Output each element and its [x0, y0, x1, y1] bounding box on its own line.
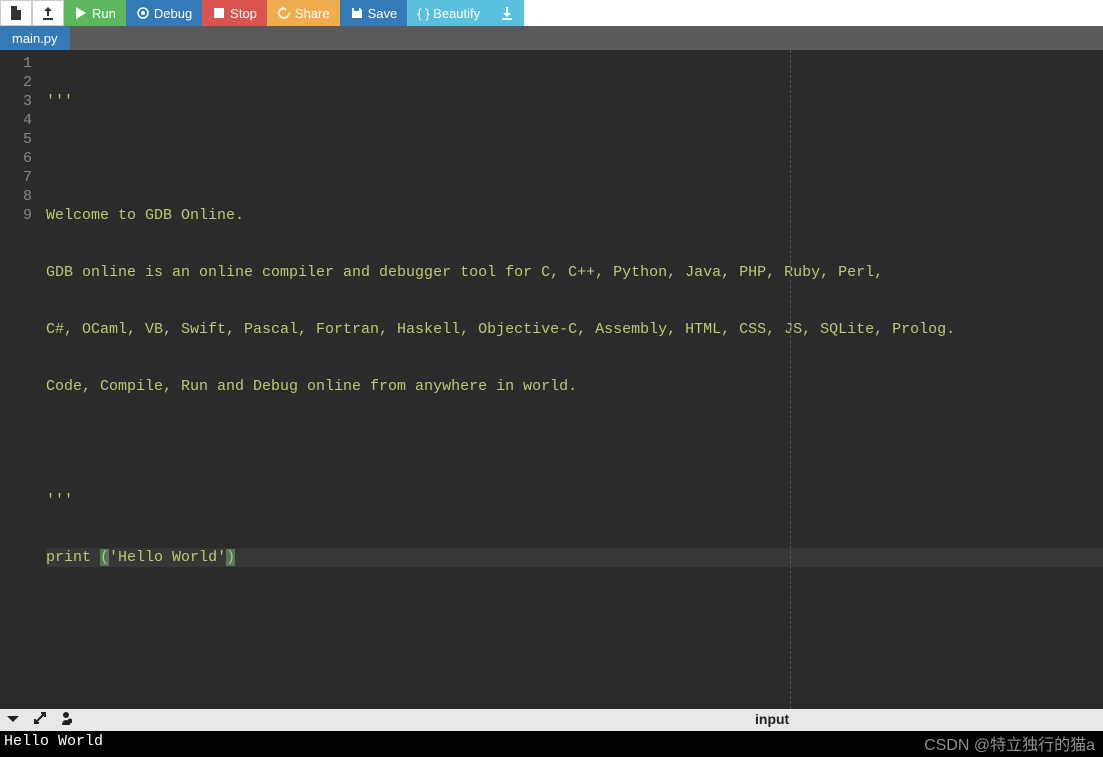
save-icon [350, 6, 364, 20]
line-number: 8 [4, 187, 32, 206]
upload-icon [41, 6, 55, 20]
code-line: C#, OCaml, VB, Swift, Pascal, Fortran, H… [46, 320, 1103, 339]
print-margin [790, 50, 791, 709]
console-output[interactable]: Hello World CSDN @特立独行的猫a [0, 731, 1103, 757]
upload-button[interactable] [32, 0, 64, 26]
code-area[interactable]: ''' Welcome to GDB Online. GDB online is… [40, 50, 1103, 709]
run-label: Run [92, 6, 116, 21]
expand-icon[interactable] [34, 711, 46, 729]
code-line [46, 434, 1103, 453]
debug-button[interactable]: Debug [126, 0, 202, 26]
code-line [46, 149, 1103, 168]
console-label: input [755, 711, 789, 727]
line-number: 4 [4, 111, 32, 130]
save-label: Save [368, 6, 398, 21]
console-toolbar: input [0, 709, 1103, 731]
save-button[interactable]: Save [340, 0, 408, 26]
settings-icon[interactable] [60, 711, 72, 729]
stop-button[interactable]: Stop [202, 0, 267, 26]
watermark: CSDN @特立独行的猫a [924, 731, 1095, 755]
beautify-label: { } Beautify [417, 6, 480, 21]
line-number: 1 [4, 54, 32, 73]
beautify-button[interactable]: { } Beautify [407, 0, 490, 26]
download-icon [500, 6, 514, 20]
new-file-icon [9, 6, 23, 20]
share-icon [277, 6, 291, 20]
line-number: 5 [4, 130, 32, 149]
debug-icon [136, 6, 150, 20]
code-line: print ('Hello World') [46, 548, 1103, 567]
code-line: ''' [46, 92, 1103, 111]
stop-icon [212, 6, 226, 20]
line-number: 9 [4, 206, 32, 225]
share-button[interactable]: Share [267, 0, 340, 26]
collapse-icon[interactable] [6, 711, 20, 729]
share-label: Share [295, 6, 330, 21]
code-line: GDB online is an online compiler and deb… [46, 263, 1103, 282]
line-gutter: 1 2 3 4 5 6 7 8 9 [0, 50, 40, 709]
debug-label: Debug [154, 6, 192, 21]
code-line: ''' [46, 491, 1103, 510]
tab-label: main.py [12, 31, 58, 46]
toolbar: Run Debug Stop Share Save { } Beautify [0, 0, 1103, 26]
code-line: Code, Compile, Run and Debug online from… [46, 377, 1103, 396]
stop-label: Stop [230, 6, 257, 21]
code-line: Welcome to GDB Online. [46, 206, 1103, 225]
run-button[interactable]: Run [64, 0, 126, 26]
line-number: 7 [4, 168, 32, 187]
line-number: 3 [4, 92, 32, 111]
play-icon [74, 6, 88, 20]
line-number: 2 [4, 73, 32, 92]
new-file-button[interactable] [0, 0, 32, 26]
output-text: Hello World [4, 733, 103, 750]
download-button[interactable] [490, 0, 524, 26]
tab-main[interactable]: main.py [0, 26, 70, 50]
code-editor[interactable]: 1 2 3 4 5 6 7 8 9 ''' Welcome to GDB Onl… [0, 50, 1103, 709]
tabbar: main.py [0, 26, 1103, 50]
line-number: 6 [4, 149, 32, 168]
